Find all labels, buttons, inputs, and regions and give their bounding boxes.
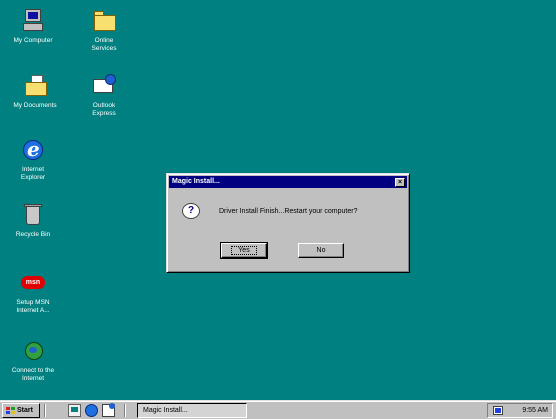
dialog-title: Magic Install... bbox=[172, 178, 220, 185]
taskbar-separator bbox=[124, 404, 126, 417]
close-button[interactable]: × bbox=[395, 178, 405, 187]
desktop-icon-outlook-express[interactable]: Outlook Express bbox=[73, 73, 135, 118]
internet-explorer-icon bbox=[20, 137, 46, 163]
desktop-icon-connect-internet[interactable]: Connect to the Internet bbox=[2, 338, 64, 383]
taskbar-button-label: Magic Install... bbox=[143, 407, 188, 414]
start-label: Start bbox=[17, 407, 33, 414]
desktop-icon-recycle-bin[interactable]: Recycle Bin bbox=[2, 202, 64, 239]
recycle-bin-icon bbox=[20, 202, 46, 228]
desktop-icon-label: Recycle Bin bbox=[15, 231, 51, 238]
desktop-icon-label: Setup MSN Internet A... bbox=[16, 299, 50, 314]
start-button[interactable]: Start bbox=[2, 403, 40, 418]
desktop-icon-label: My Computer bbox=[13, 37, 53, 44]
computer-icon bbox=[20, 8, 46, 34]
magic-install-dialog: Magic Install... × ? Driver Install Fini… bbox=[166, 173, 410, 273]
no-button[interactable]: No bbox=[298, 243, 344, 258]
msn-icon: msn bbox=[20, 270, 46, 296]
msn-badge: msn bbox=[21, 276, 45, 289]
folder-icon bbox=[91, 8, 117, 34]
desktop-icon-label: My Documents bbox=[13, 102, 57, 109]
desktop-icon-setup-msn[interactable]: msn Setup MSN Internet A... bbox=[2, 270, 64, 315]
taskbar-button-magic-install[interactable]: Magic Install... bbox=[137, 403, 247, 418]
desktop-icon-label: Internet Explorer bbox=[20, 166, 46, 181]
documents-icon bbox=[22, 73, 48, 99]
question-icon: ? bbox=[182, 203, 200, 219]
desktop-icon-my-documents[interactable]: My Documents bbox=[4, 73, 66, 110]
show-desktop-icon[interactable] bbox=[68, 404, 81, 417]
close-icon: × bbox=[397, 179, 403, 186]
system-tray: 9:55 AM bbox=[487, 403, 553, 418]
globe-icon bbox=[20, 338, 46, 364]
desktop-icon-label: Online Services bbox=[91, 37, 117, 52]
outlook-express-icon bbox=[91, 73, 117, 99]
clock[interactable]: 9:55 AM bbox=[522, 404, 548, 417]
dialog-message: Driver Install Finish...Restart your com… bbox=[219, 208, 358, 215]
yes-button-label: Yes bbox=[231, 246, 257, 255]
desktop-icon-label: Connect to the Internet bbox=[11, 367, 55, 382]
desktop-icon-my-computer[interactable]: My Computer bbox=[2, 8, 64, 45]
windows-logo-icon bbox=[6, 407, 15, 415]
yes-button[interactable]: Yes bbox=[220, 242, 268, 259]
dialog-titlebar[interactable]: Magic Install... × bbox=[169, 176, 407, 188]
quick-launch-ie-icon[interactable] bbox=[85, 404, 98, 417]
desktop-icon-internet-explorer[interactable]: Internet Explorer bbox=[2, 137, 64, 182]
taskbar: Start Magic Install... 9:55 AM bbox=[0, 400, 556, 419]
taskbar-separator bbox=[44, 404, 46, 417]
no-button-label: No bbox=[316, 247, 326, 254]
desktop-icon-label: Outlook Express bbox=[92, 102, 116, 117]
display-settings-icon[interactable] bbox=[493, 406, 503, 415]
desktop: My Computer Online Services My Documents… bbox=[0, 0, 556, 400]
quick-launch-outlook-icon[interactable] bbox=[102, 403, 115, 417]
desktop-icon-online-services[interactable]: Online Services bbox=[73, 8, 135, 53]
